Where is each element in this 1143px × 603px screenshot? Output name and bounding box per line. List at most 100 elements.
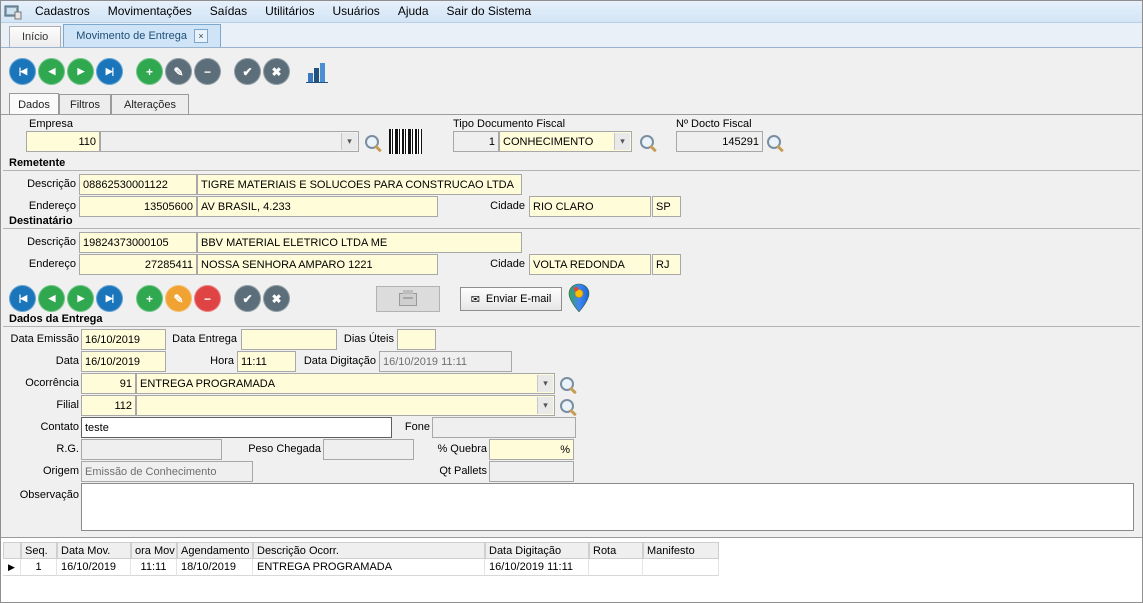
detail-post-record-button[interactable]: ✔ (234, 285, 261, 312)
window-tab-bar: Início Movimento de Entrega × (1, 23, 1142, 48)
contato-field[interactable]: teste (81, 417, 392, 438)
grid-header-data-digitacao[interactable]: Data Digitação (485, 542, 589, 559)
cancel-record-button[interactable]: ✖ (263, 58, 290, 85)
tab-inicio[interactable]: Início (9, 26, 61, 47)
grid-cell-rota[interactable] (589, 559, 643, 576)
grid-header-hora-mov[interactable]: ora Mov (131, 542, 177, 559)
dias-uteis-field[interactable] (397, 329, 436, 350)
send-email-button[interactable]: ✉ Enviar E-mail (460, 287, 562, 311)
next-record-button[interactable]: ▶ (67, 58, 94, 85)
grid-header-manifesto[interactable]: Manifesto (643, 542, 719, 559)
data-field[interactable]: 16/10/2019 (81, 351, 166, 372)
empresa-code-field[interactable]: 110 (26, 131, 100, 152)
origem-field: Emissão de Conhecimento (81, 461, 253, 482)
menu-cadastros[interactable]: Cadastros (26, 1, 99, 22)
tipo-documento-combo[interactable]: CONHECIMENTO ▾ (499, 131, 632, 152)
tab-filtros[interactable]: Filtros (59, 94, 111, 115)
grid-cell-manifesto[interactable] (643, 559, 719, 576)
last-record-button[interactable]: ▶| (96, 58, 123, 85)
grid-cell-data-mov[interactable]: 16/10/2019 (57, 559, 131, 576)
grid-header-agendamento[interactable]: Agendamento (177, 542, 253, 559)
remetente-cnpj-field[interactable]: 08862530001122 (79, 174, 197, 195)
observacao-field[interactable] (81, 483, 1134, 531)
remetente-uf-field[interactable]: SP (652, 196, 681, 217)
remetente-cep-field[interactable]: 13505600 (79, 196, 197, 217)
edit-record-button[interactable]: ✎ (165, 58, 192, 85)
grid-cell-descricao-ocorr[interactable]: ENTREGA PROGRAMADA (253, 559, 485, 576)
chart-button[interactable] (304, 59, 330, 85)
destinatario-nome-field[interactable]: BBV MATERIAL ELETRICO LTDA ME (197, 232, 522, 253)
chevron-down-icon[interactable]: ▾ (537, 375, 553, 392)
destinatario-cep-field[interactable]: 27285411 (79, 254, 197, 275)
grid-header-descricao-ocorr[interactable]: Descrição Ocorr. (253, 542, 485, 559)
detail-first-record-button[interactable]: |◀ (9, 285, 36, 312)
detail-delete-record-button[interactable]: − (194, 285, 221, 312)
first-record-button[interactable]: |◀ (9, 58, 36, 85)
grid-header-rota[interactable]: Rota (589, 542, 643, 559)
search-icon[interactable] (363, 133, 382, 152)
filial-code-field[interactable]: 112 (81, 395, 136, 416)
destinatario-cnpj-field[interactable]: 19824373000105 (79, 232, 197, 253)
grid-header-data-mov[interactable]: Data Mov. (57, 542, 131, 559)
data-entrega-field[interactable] (241, 329, 337, 350)
destinatario-endereco-field[interactable]: NOSSA SENHORA AMPARO 1221 (197, 254, 438, 275)
menu-usuarios[interactable]: Usuários (323, 1, 388, 22)
grid-cell-data-digitacao[interactable]: 16/10/2019 11:11 (485, 559, 589, 576)
detail-next-record-button[interactable]: ▶ (67, 285, 94, 312)
barcode-icon[interactable] (389, 129, 422, 154)
data-emissao-field[interactable]: 16/10/2019 (81, 329, 166, 350)
destinatario-uf-field[interactable]: RJ (652, 254, 681, 275)
grid-cell-seq[interactable]: 1 (21, 559, 57, 576)
tab-alteracoes[interactable]: Alterações (111, 94, 189, 115)
grid-cell-hora-mov[interactable]: 11:11 (131, 559, 177, 576)
previous-record-button[interactable]: ◀ (38, 58, 65, 85)
close-icon[interactable]: × (194, 29, 208, 43)
fone-field[interactable] (432, 417, 576, 438)
tab-dados[interactable]: Dados (9, 93, 59, 115)
hora-field[interactable]: 11:11 (237, 351, 296, 372)
remetente-endereco-field[interactable]: AV BRASIL, 4.233 (197, 196, 438, 217)
search-icon[interactable] (558, 397, 577, 416)
search-icon[interactable] (558, 375, 577, 394)
detail-cancel-record-button[interactable]: ✖ (263, 285, 290, 312)
detail-edit-record-button[interactable]: ✎ (165, 285, 192, 312)
qt-pallets-field[interactable] (489, 461, 574, 482)
post-record-button[interactable]: ✔ (234, 58, 261, 85)
menu-utilitarios[interactable]: Utilitários (256, 1, 323, 22)
filial-combo[interactable]: ▾ (136, 395, 555, 416)
search-icon[interactable] (638, 133, 657, 152)
destinatario-cidade-field[interactable]: VOLTA REDONDA (529, 254, 651, 275)
empresa-combo[interactable]: ▾ (100, 131, 359, 152)
menu-sair-do-sistema[interactable]: Sair do Sistema (438, 1, 541, 22)
map-pin-icon[interactable] (567, 283, 591, 313)
grid-header-seq[interactable]: Seq. (21, 542, 57, 559)
search-icon[interactable] (765, 133, 784, 152)
detail-last-record-button[interactable]: ▶| (96, 285, 123, 312)
chart-icon (308, 73, 313, 82)
rg-field[interactable] (81, 439, 222, 460)
ocorrencia-combo[interactable]: ENTREGA PROGRAMADA ▾ (136, 373, 555, 394)
menu-movimentacoes[interactable]: Movimentações (99, 1, 201, 22)
origem-label: Origem (3, 465, 79, 478)
menu-ajuda[interactable]: Ajuda (389, 1, 438, 22)
chevron-down-icon[interactable]: ▾ (537, 397, 553, 414)
tab-movimento-de-entrega[interactable]: Movimento de Entrega × (63, 24, 221, 47)
tipo-documento-code-field[interactable]: 1 (453, 131, 499, 152)
ocorrencia-code-field[interactable]: 91 (81, 373, 136, 394)
detail-insert-record-button[interactable]: + (136, 285, 163, 312)
quebra-field[interactable]: % (489, 439, 574, 460)
insert-record-button[interactable]: + (136, 58, 163, 85)
detail-previous-record-button[interactable]: ◀ (38, 285, 65, 312)
peso-chegada-field[interactable] (323, 439, 414, 460)
destinatario-group-title: Destinatário (9, 215, 73, 227)
remetente-nome-field[interactable]: TIGRE MATERIAIS E SOLUCOES PARA CONSTRUC… (197, 174, 522, 195)
chevron-down-icon[interactable]: ▾ (614, 133, 630, 150)
remetente-cidade-field[interactable]: RIO CLARO (529, 196, 651, 217)
chevron-down-icon[interactable]: ▾ (341, 133, 357, 150)
num-docto-fiscal-field[interactable]: 145291 (676, 131, 763, 152)
grid-cell-agendamento[interactable]: 18/10/2019 (177, 559, 253, 576)
menu-saidas[interactable]: Saídas (201, 1, 256, 22)
destinatario-endereco-label: Endereço (5, 258, 76, 271)
delete-record-button[interactable]: − (194, 58, 221, 85)
group-divider (3, 170, 1140, 171)
